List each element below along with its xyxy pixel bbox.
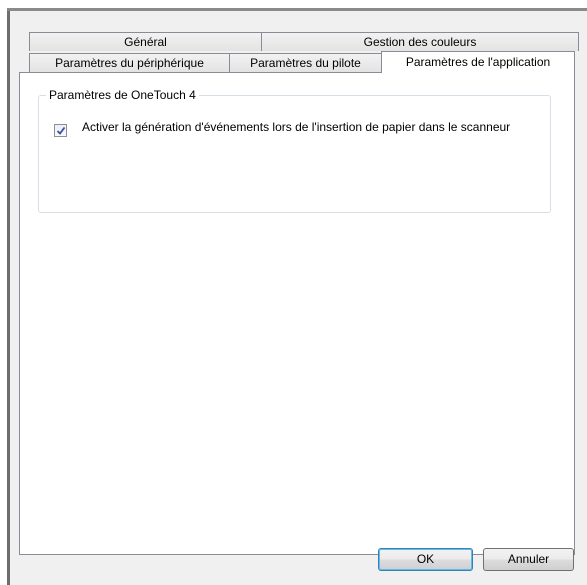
paper-insert-event-checkbox[interactable] <box>54 124 67 137</box>
tab-color-management[interactable]: Gestion des couleurs <box>261 32 579 51</box>
tab-application-settings[interactable]: Paramètres de l'application <box>381 51 575 73</box>
tab-device-settings[interactable]: Paramètres du périphérique <box>29 53 230 72</box>
cancel-button[interactable]: Annuler <box>483 548 574 571</box>
check-mark-icon <box>56 126 66 135</box>
paper-insert-event-label: Activer la génération d'événements lors … <box>82 120 511 134</box>
tab-general[interactable]: Général <box>29 32 262 51</box>
onetouch-settings-group <box>38 95 551 213</box>
tab-driver-settings[interactable]: Paramètres du pilote <box>229 53 382 72</box>
group-title: Paramètres de OneTouch 4 <box>46 88 199 102</box>
ok-button[interactable]: OK <box>378 548 473 571</box>
